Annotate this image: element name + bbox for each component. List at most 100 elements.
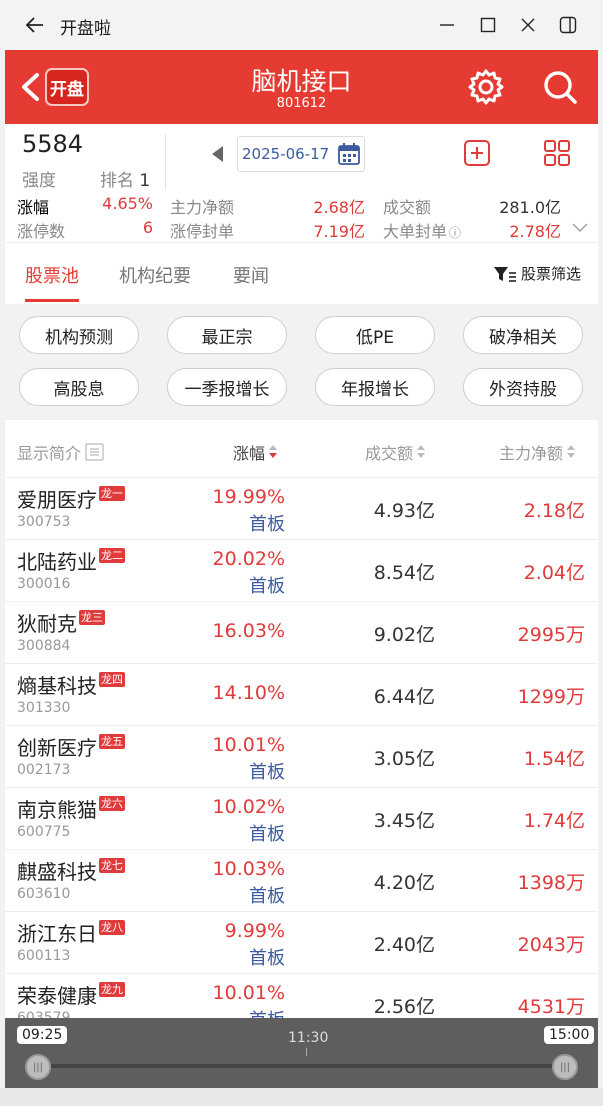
stock-volume: 4.20亿 (373, 872, 435, 894)
rank-badge: 龙七 (99, 858, 125, 873)
sidebar-toggle-icon[interactable] (555, 12, 581, 38)
stock-name-text: 麒盛科技 (17, 860, 97, 884)
stock-code: 002173 (17, 762, 71, 778)
stat-label-turnover: 成交额 (383, 198, 432, 217)
time-end-label: 15:00 (544, 1026, 595, 1044)
table-row[interactable]: 北陆药业 龙二 300016 20.02% 首板 8.54亿 2.04亿 (5, 540, 598, 602)
chip-annual-growth[interactable]: 年报增长 (315, 368, 435, 406)
table-row[interactable]: 荣泰健康龙九60357910.01%首板2.56亿4531万 (5, 974, 598, 1018)
stock-volume: 3.45亿 (373, 810, 435, 832)
rank-badge: 龙一 (99, 486, 125, 501)
close-icon[interactable] (515, 12, 541, 38)
stock-volume: 2.40亿 (373, 934, 435, 956)
stat-value-turnover: 281.0亿 (499, 198, 561, 217)
stock-name-text: 南京熊猫 (17, 798, 97, 822)
tab-stock-pool[interactable]: 股票池 (25, 262, 79, 288)
time-track[interactable] (35, 1064, 568, 1068)
chip-below-book[interactable]: 破净相关 (463, 316, 583, 354)
first-board-tag: 首板 (249, 886, 285, 907)
stock-name-text: 熵基科技 (17, 674, 97, 698)
table-row[interactable]: 狄耐克 龙三 300884 16.03% 9.02亿 2995万 (5, 602, 598, 664)
stock-name: 荣泰健康 龙九 (17, 980, 125, 1009)
table-row[interactable]: 南京熊猫 龙六 600775 10.02% 首板 3.45亿 1.74亿 (5, 788, 598, 850)
stock-code: 600113 (17, 948, 71, 964)
stock-name-text: 爱朋医疗 (17, 488, 97, 512)
stock-net-inflow: 2043万 (517, 934, 585, 956)
list-icon (85, 443, 104, 461)
stock-name-text: 创新医疗 (17, 736, 97, 760)
time-start-label: 09:25 (17, 1026, 68, 1044)
stat-label-limit-up-orders: 涨停封单 (170, 222, 235, 241)
back-arrow-icon[interactable] (22, 12, 48, 38)
stock-change: 20.02% (212, 548, 285, 570)
rank-label-text: 排名 (100, 171, 134, 191)
stock-net-inflow: 2995万 (517, 624, 585, 646)
stock-net-inflow: 2.18亿 (523, 500, 585, 522)
date-picker[interactable]: 2025-06-17 (237, 136, 365, 172)
stock-volume: 9.02亿 (373, 624, 435, 646)
search-icon[interactable] (541, 68, 579, 106)
chip-high-dividend[interactable]: 高股息 (19, 368, 139, 406)
chip-low-pe[interactable]: 低PE (315, 316, 435, 354)
stock-code: 300884 (17, 638, 71, 654)
table-row[interactable]: 爱朋医疗 龙一 300753 19.99% 首板 4.93亿 2.18亿 (5, 478, 598, 540)
header-change[interactable]: 涨幅 (233, 440, 278, 464)
end-handle[interactable]: ||| (552, 1054, 578, 1080)
table-row[interactable]: 创新医疗 龙五 002173 10.01% 首板 3.05亿 1.54亿 (5, 726, 598, 788)
chip-q1-growth[interactable]: 一季报增长 (167, 368, 287, 406)
first-board-tag: 首板 (249, 514, 285, 535)
active-tab-indicator (25, 299, 79, 302)
stock-name: 熵基科技 龙四 (17, 670, 125, 699)
stock-name: 北陆药业 龙二 (17, 546, 125, 575)
stock-volume: 6.44亿 (373, 686, 435, 708)
previous-date-arrow-icon[interactable] (212, 146, 223, 162)
tab-institution-notes[interactable]: 机构纪要 (119, 262, 191, 288)
stock-code: 603579 (17, 1010, 71, 1018)
stock-net-inflow: 2.04亿 (523, 562, 585, 584)
first-board-tag: 首板 (249, 762, 285, 783)
stock-change: 14.10% (212, 682, 285, 704)
table-row[interactable]: 熵基科技 龙四 301330 14.10% 6.44亿 1299万 (5, 664, 598, 726)
header-show-intro[interactable]: 显示简介 (17, 440, 105, 464)
tab-news[interactable]: 要闻 (233, 262, 269, 288)
minimize-icon[interactable] (434, 12, 460, 38)
rank-badge: 龙三 (79, 610, 105, 625)
time-mid-tick (306, 1048, 307, 1056)
chip-foreign-holding[interactable]: 外资持股 (463, 368, 583, 406)
stock-table: 显示简介 涨幅 成交额 主力净额 爱朋医疗 龙一 300753 19.99% 首板 4.9… (5, 420, 598, 1018)
chip-institution-forecast[interactable]: 机构预测 (19, 316, 139, 354)
add-watchlist-icon[interactable] (463, 139, 491, 167)
stock-volume: 2.56亿 (373, 996, 435, 1018)
gear-icon[interactable] (467, 68, 505, 106)
stock-filter-button[interactable]: 股票筛选 (493, 263, 581, 284)
window-titlebar: 开盘啦 (0, 0, 603, 50)
first-board-tag: 首板 (249, 948, 285, 969)
start-handle[interactable]: ||| (25, 1054, 51, 1080)
stock-name-text: 北陆药业 (17, 550, 97, 574)
header-volume[interactable]: 成交额 (365, 440, 426, 464)
rank-badge: 龙二 (99, 548, 125, 563)
stock-change: 16.03% (212, 620, 285, 642)
app-window: 开盘啦 开盘 脑机接口 801612 5584 强度 排名 1 2025-06-… (0, 0, 603, 1106)
time-mid-label: 11:30 (288, 1030, 329, 1046)
stock-change: 19.99% (212, 486, 285, 508)
table-header: 显示简介 涨幅 成交额 主力净额 (5, 420, 598, 478)
stock-name: 麒盛科技 龙七 (17, 856, 125, 885)
stock-net-inflow: 1299万 (517, 686, 585, 708)
sector-info-panel: 5584 强度 排名 1 2025-06-17 涨幅 4.65% 主力净额 2.… (5, 124, 598, 242)
header-net[interactable]: 主力净额 (499, 440, 576, 464)
maximize-icon[interactable] (475, 12, 501, 38)
sort-icon (567, 445, 576, 459)
info-circle-icon[interactable]: ⓘ (449, 226, 461, 240)
chip-most-authentic[interactable]: 最正宗 (167, 316, 287, 354)
grid-view-icon[interactable] (543, 139, 571, 167)
first-board-tag: 首板 (249, 576, 285, 597)
chevron-down-icon[interactable] (571, 220, 589, 234)
strength-label: 强度 (22, 171, 56, 191)
stock-code: 600775 (17, 824, 71, 840)
stock-volume: 3.05亿 (373, 748, 435, 770)
table-row[interactable]: 麒盛科技 龙七 603610 10.03% 首板 4.20亿 1398万 (5, 850, 598, 912)
table-row[interactable]: 浙江东日 龙八 600113 9.99% 首板 2.40亿 2043万 (5, 912, 598, 974)
rank-badge: 龙八 (99, 920, 125, 935)
stock-name-text: 狄耐克 (17, 612, 77, 636)
